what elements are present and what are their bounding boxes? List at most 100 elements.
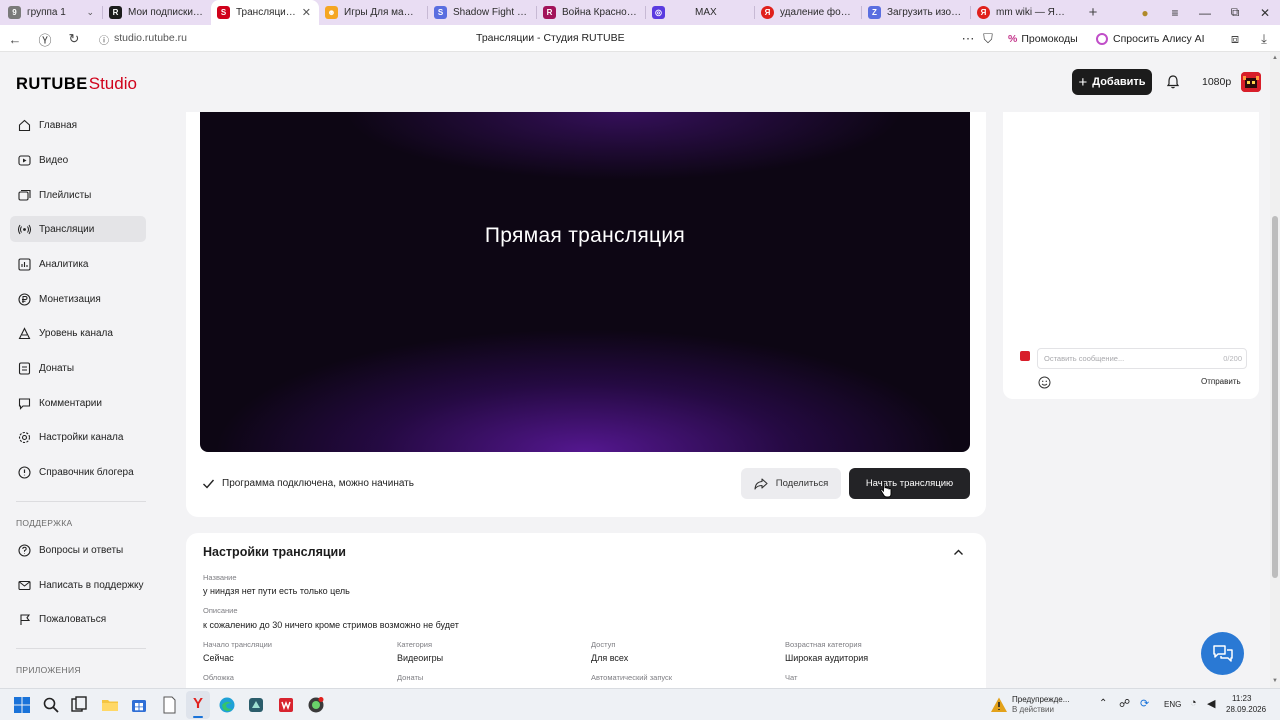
tab-wiki[interactable]: Я mm wiki — Яндекс <box>971 0 1077 25</box>
wifi-icon[interactable]: ◔ <box>1190 697 1197 709</box>
video-icon <box>18 154 31 166</box>
field-value-age[interactable]: Широкая аудитория <box>785 653 868 663</box>
field-value-name[interactable]: у ниндзя нет пути есть только цель <box>203 586 350 596</box>
sidebar-item-report[interactable]: Пожаловаться <box>10 606 146 632</box>
rutube-studio-logo[interactable]: RUTUBE Studio <box>16 74 137 94</box>
app-icon[interactable] <box>247 696 265 714</box>
field-value-access[interactable]: Для всех <box>591 653 628 663</box>
percent-icon: % <box>1008 32 1018 45</box>
start-broadcast-button[interactable]: Начать трансляцию <box>849 468 970 499</box>
tab-broadcasts[interactable]: S Трансляции - Ст ✕ <box>211 0 319 25</box>
sync-icon[interactable]: ⟳ <box>1140 697 1149 710</box>
menu-icon[interactable]: ≡ <box>1160 0 1190 25</box>
store-icon[interactable] <box>130 696 148 714</box>
settings-title: Настройки трансляции <box>203 545 346 559</box>
emoji-icon[interactable] <box>1038 376 1051 389</box>
sidebar-item-faq[interactable]: Вопросы и ответы <box>10 537 146 563</box>
field-label-donations: Донаты <box>397 673 424 682</box>
tab-label: группа 1 <box>27 7 66 18</box>
download-icon[interactable]: ⤓ <box>1256 31 1272 47</box>
sidebar-item-monetization[interactable]: Монетизация <box>10 286 146 312</box>
warning-line1[interactable]: Предупрежде... <box>1012 695 1069 704</box>
clock-date[interactable]: 28.09.2026 <box>1226 705 1266 714</box>
quality-label[interactable]: 1080p <box>1202 76 1231 88</box>
preview-title: Прямая трансляция <box>484 224 686 247</box>
windows-start-icon[interactable] <box>13 696 31 714</box>
yandex-icon[interactable]: Ⓨ <box>37 31 53 48</box>
scroll-up-arrow[interactable]: ▲ <box>1271 55 1279 61</box>
tab-war[interactable]: R Война Красно - Си <box>537 0 645 25</box>
close-window-icon[interactable]: ✕ <box>1250 0 1280 25</box>
alice-label: Спросить Алису AI <box>1113 32 1205 45</box>
apps-heading: ПРИЛОЖЕНИЯ <box>16 665 81 675</box>
scroll-down-arrow[interactable]: ▼ <box>1271 678 1279 684</box>
file-explorer-icon[interactable] <box>101 696 119 714</box>
sidebar-item-blogger-guide[interactable]: Справочник блогера <box>10 459 146 485</box>
hand-cursor-icon <box>880 482 892 498</box>
sidebar-item-playlists[interactable]: Плейлисты <box>10 182 146 208</box>
promo-button[interactable]: % Промокоды <box>1008 29 1078 48</box>
tab-shadow-fight[interactable]: S Shadow Fight 2 - иг <box>428 0 536 25</box>
send-button[interactable]: Отправить <box>1201 377 1241 386</box>
tab-max[interactable]: ◎ MAX <box>646 0 754 25</box>
winrar-icon[interactable] <box>277 696 295 714</box>
video-preview[interactable] <box>200 112 970 452</box>
minimize-icon[interactable]: — <box>1190 0 1220 25</box>
taskbar: Y Предупрежде... В действии ⌃ ☍ ⟳ ENG ◔ … <box>0 688 1280 720</box>
tab-games[interactable]: ☻ Игры Для мальчик <box>319 0 427 25</box>
sidebar-item-channel-level[interactable]: Уровень канала <box>10 320 146 346</box>
warning-icon[interactable] <box>990 696 1008 714</box>
url-text[interactable]: studio.rutube.ru <box>114 32 187 44</box>
new-tab-button[interactable]: + <box>1081 1 1105 25</box>
sidebar-item-label: Справочник блогера <box>39 466 134 478</box>
close-icon[interactable]: ✕ <box>302 6 311 19</box>
sidebar-item-home[interactable]: Главная <box>10 112 146 138</box>
chevron-up-icon[interactable]: ⌃ <box>1099 698 1107 709</box>
sidebar-item-label: Трансляции <box>39 223 95 235</box>
back-icon[interactable]: ← <box>7 31 23 47</box>
field-value-category[interactable]: Видеоигры <box>397 653 443 663</box>
sidebar-item-broadcasts[interactable]: Трансляции <box>10 216 146 242</box>
sidebar-item-comments[interactable]: Комментарии <box>10 390 146 416</box>
reload-icon[interactable]: ↻ <box>66 31 82 47</box>
yandex-browser-taskbar-button[interactable]: Y <box>186 691 210 719</box>
warning-line2[interactable]: В действии <box>1012 705 1054 714</box>
tab-favicon: ☻ <box>325 6 338 19</box>
search-icon[interactable] <box>42 696 60 714</box>
notepad-icon[interactable] <box>160 696 178 714</box>
tab-group-1[interactable]: 9 группа 1 ⌄ <box>2 0 102 25</box>
more-icon[interactable]: ⋯ <box>960 31 976 47</box>
restore-icon[interactable]: ⧉ <box>1220 0 1250 25</box>
add-button[interactable]: + Добавить <box>1072 69 1152 95</box>
language-indicator[interactable]: ENG <box>1164 700 1181 709</box>
chevron-up-icon[interactable] <box>952 546 965 559</box>
support-chat-button[interactable] <box>1201 632 1244 675</box>
profile-icon[interactable]: ● <box>1130 0 1160 25</box>
sidebar-item-write-support[interactable]: Написать в поддержку <box>10 572 146 598</box>
tab-upload-image[interactable]: Z Загрузить изобра <box>862 0 970 25</box>
clock-time[interactable]: 11:23 <box>1232 694 1251 703</box>
scrollbar-thumb[interactable] <box>1272 216 1278 578</box>
edge-icon[interactable] <box>218 696 236 714</box>
field-value-start[interactable]: Сейчас <box>203 653 234 663</box>
avatar[interactable] <box>1241 72 1261 92</box>
collections-icon[interactable]: ⧈ <box>1227 31 1243 47</box>
bookmark-icon[interactable]: ⛉ <box>980 31 996 47</box>
bell-icon[interactable] <box>1165 74 1181 90</box>
game-app-icon[interactable] <box>307 696 325 714</box>
tab-favicon: Z <box>868 6 881 19</box>
avatar-image <box>1241 72 1261 92</box>
sidebar-item-video[interactable]: Видео <box>10 147 146 173</box>
sidebar-item-channel-settings[interactable]: Настройки канала <box>10 424 146 450</box>
volume-icon[interactable]: ◀ <box>1207 697 1215 710</box>
network-icon[interactable]: ☍ <box>1119 697 1130 710</box>
task-view-icon[interactable] <box>70 696 88 714</box>
sidebar-item-analytics[interactable]: Аналитика <box>10 251 146 277</box>
alice-button[interactable]: Спросить Алису AI <box>1096 29 1205 48</box>
tab-rutube-subscriptions[interactable]: R Мои подписки на R <box>103 0 211 25</box>
share-button[interactable]: Поделиться <box>741 468 841 499</box>
sidebar-item-donations[interactable]: Донаты <box>10 355 146 381</box>
sidebar-item-label: Аналитика <box>39 258 89 270</box>
field-value-description[interactable]: к сожалению до 30 ничего кроме стримов в… <box>203 620 459 630</box>
tab-remove-bg[interactable]: Я удаление фона — Я <box>755 0 861 25</box>
